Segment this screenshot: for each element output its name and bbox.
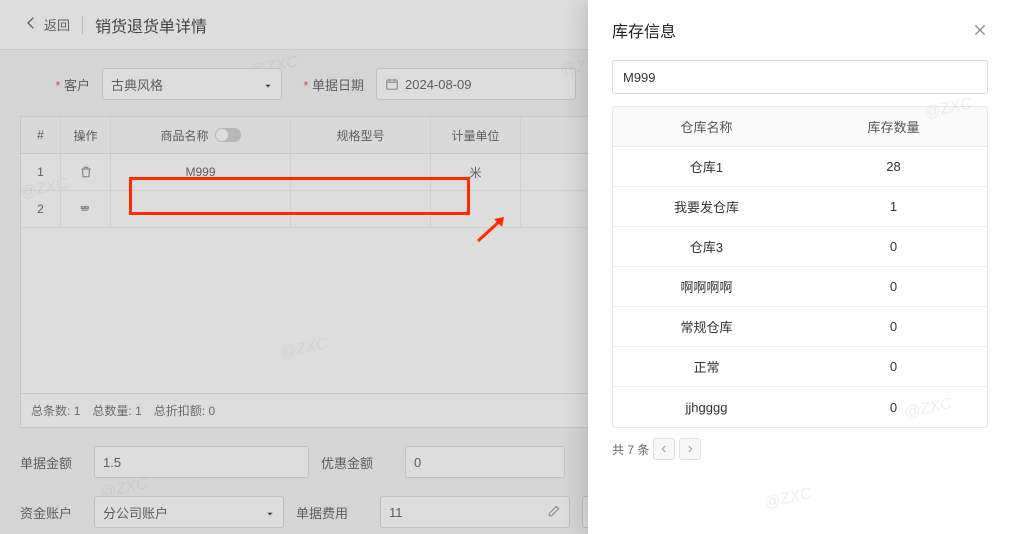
stock-row-name: 正常 <box>613 357 800 376</box>
stock-row-name: 仓库1 <box>613 157 800 176</box>
pager-count: 共 7 条 <box>612 441 649 458</box>
close-button[interactable] <box>972 22 988 38</box>
stock-row-qty: 0 <box>800 319 987 334</box>
stock-row-name: 我要发仓库 <box>613 197 800 216</box>
watermark: @ZXC <box>762 485 813 513</box>
pager-next-button[interactable] <box>679 438 701 460</box>
stock-row-name: 仓库3 <box>613 237 800 256</box>
pager-prev-button[interactable] <box>653 438 675 460</box>
stock-table-header: 仓库名称 库存数量 <box>613 107 987 147</box>
stock-row[interactable]: 我要发仓库 1 <box>613 187 987 227</box>
col-stock-qty: 库存数量 <box>800 117 987 136</box>
stock-row-qty: 28 <box>800 159 987 174</box>
page-root: @ZXC @ZXC @ZXC @ZXC @ZXC 返回 销货退货单详情 客户 古… <box>0 0 1012 534</box>
panel-pager: 共 7 条 <box>588 428 1012 470</box>
search-input[interactable] <box>612 60 988 94</box>
stock-row-qty: 0 <box>800 239 987 254</box>
panel-search <box>612 60 988 94</box>
stock-row[interactable]: 啊啊啊啊 0 <box>613 267 987 307</box>
stock-row[interactable]: 常规仓库 0 <box>613 307 987 347</box>
stock-row-name: jjhgggg <box>613 400 800 415</box>
stock-row[interactable]: jjhgggg 0 <box>613 387 987 427</box>
stock-row-qty: 0 <box>800 279 987 294</box>
stock-row[interactable]: 仓库1 28 <box>613 147 987 187</box>
stock-row-name: 常规仓库 <box>613 317 800 336</box>
panel-title: 库存信息 <box>612 18 676 42</box>
stock-row[interactable]: 正常 0 <box>613 347 987 387</box>
stock-info-panel: 库存信息 仓库名称 库存数量 仓库1 28 我要发仓库 1 仓库3 0 <box>588 0 1012 534</box>
stock-row-name: 啊啊啊啊 <box>613 277 800 296</box>
stock-row-qty: 1 <box>800 199 987 214</box>
panel-header: 库存信息 <box>588 0 1012 52</box>
stock-row[interactable]: 仓库3 0 <box>613 227 987 267</box>
stock-row-qty: 0 <box>800 359 987 374</box>
stock-row-qty: 0 <box>800 400 987 415</box>
col-warehouse-name: 仓库名称 <box>613 117 800 136</box>
stock-table: 仓库名称 库存数量 仓库1 28 我要发仓库 1 仓库3 0 啊啊啊啊 0 常规… <box>612 106 988 428</box>
